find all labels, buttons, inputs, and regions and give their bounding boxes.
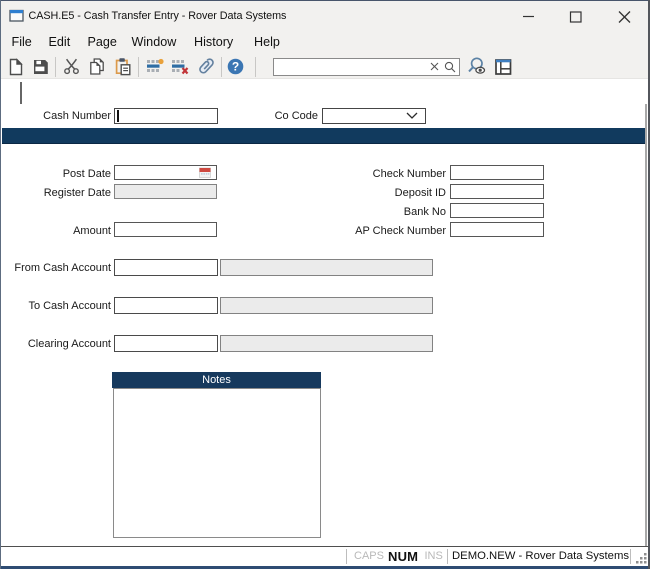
svg-text:?: ? [232,60,239,74]
